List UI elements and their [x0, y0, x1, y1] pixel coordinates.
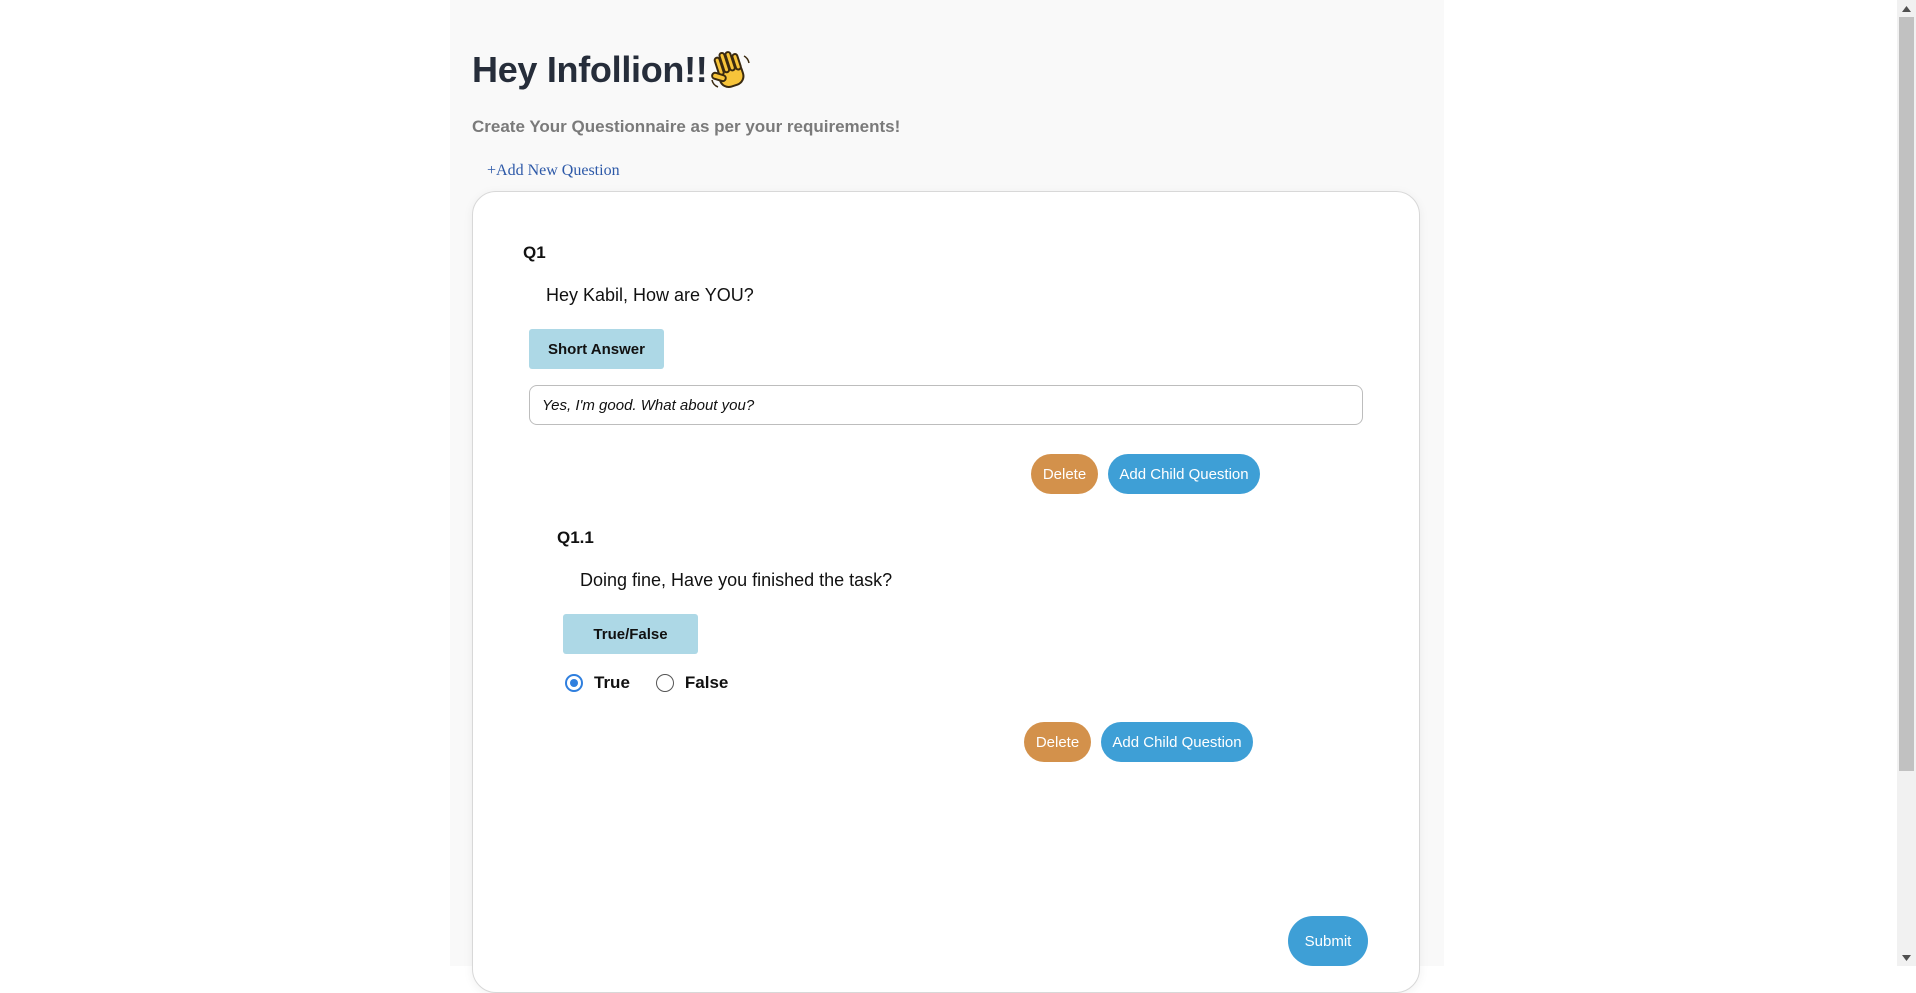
greeting-text: Hey Infollion!! — [472, 49, 708, 90]
short-answer-input[interactable] — [529, 385, 1363, 425]
true-false-radio-group: True False — [565, 673, 754, 693]
question-number: Q1.1 — [557, 528, 594, 547]
add-child-question-button[interactable]: Add Child Question — [1108, 454, 1260, 494]
question-text: Hey Kabil, How are YOU? — [546, 285, 754, 305]
add-child-question-button[interactable]: Add Child Question — [1101, 722, 1253, 762]
radio-button-checked[interactable] — [565, 674, 583, 692]
main-column: Hey Infollion!! Create Your Questionnair… — [450, 0, 1444, 993]
delete-button[interactable]: Delete — [1024, 722, 1091, 762]
questionnaire-card: Q1 Hey Kabil, How are YOU? Short Answer … — [472, 191, 1420, 993]
scroll-up-arrow-icon[interactable] — [1897, 0, 1916, 17]
page-subtitle: Create Your Questionnaire as per your re… — [472, 117, 901, 136]
vertical-scrollbar[interactable] — [1897, 0, 1916, 966]
radio-label: False — [684, 673, 729, 692]
scroll-down-arrow-icon[interactable] — [1897, 949, 1916, 966]
question-number: Q1 — [523, 243, 546, 262]
add-new-question-link[interactable]: +Add New Question — [487, 162, 620, 180]
delete-button[interactable]: Delete — [1031, 454, 1098, 494]
question-type-badge: Short Answer — [529, 329, 664, 369]
scrollbar-thumb[interactable] — [1899, 17, 1914, 771]
radio-option-false[interactable]: False — [655, 673, 729, 693]
submit-button[interactable]: Submit — [1288, 916, 1368, 966]
radio-button[interactable] — [655, 674, 674, 692]
question-text: Doing fine, Have you finished the task? — [580, 570, 893, 590]
page-title: Hey Infollion!! — [472, 48, 753, 92]
question-type-badge: True/False — [563, 614, 698, 654]
radio-option-true[interactable]: True — [565, 673, 630, 693]
radio-label: True — [594, 673, 630, 692]
waving-hand-icon — [711, 51, 751, 88]
